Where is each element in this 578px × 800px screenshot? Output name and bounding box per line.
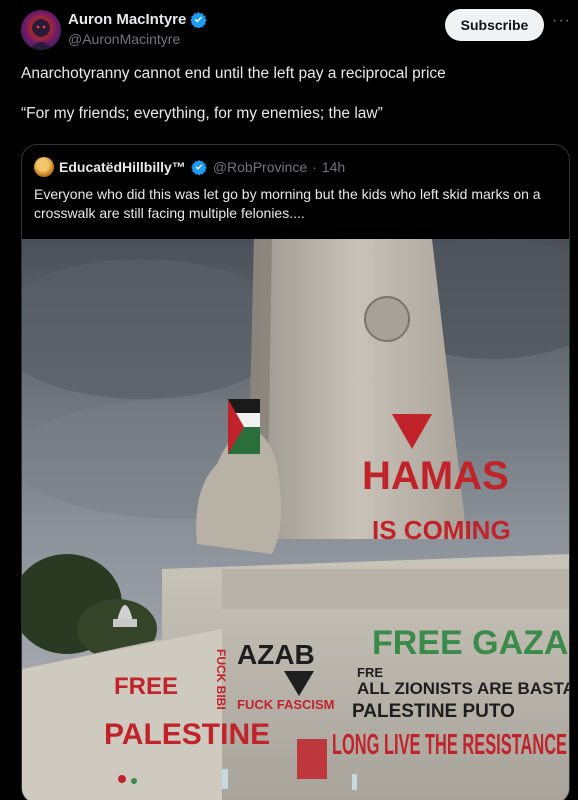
author-display-name[interactable]: Auron MacIntyre (68, 11, 186, 28)
quoted-author-avatar (34, 157, 54, 177)
graffiti-is-coming: IS COMING (372, 515, 511, 545)
graffiti-free: FREE (114, 673, 178, 700)
post-text: Anarchotyranny cannot end until the left… (21, 64, 561, 124)
subscribe-button[interactable]: Subscribe (445, 9, 544, 41)
graffiti-long-live: LONG LIVE THE RESISTANCE (332, 729, 567, 761)
monument-photo-illustration: HAMAS IS COMING FREE GAZA AZAB FUCK FASC… (22, 239, 570, 800)
graffiti-fuck-bibi: FUCK BIBI (214, 649, 228, 710)
quoted-post-text: Everyone who did this was let go by morn… (34, 186, 541, 221)
verified-badge-icon (191, 159, 208, 176)
graffiti-free-gaza: FREE GAZA (372, 624, 568, 662)
post-text-line: Anarchotyranny cannot end until the left… (21, 65, 446, 82)
graffiti-hamas: HAMAS (362, 454, 509, 498)
author-name-row: Auron MacIntyre (68, 11, 208, 29)
graffiti-palestine: PALESTINE (104, 718, 270, 751)
separator-dot: · (312, 159, 317, 175)
quoted-post-time: 14h (321, 159, 346, 175)
quoted-post-photo[interactable]: HAMAS IS COMING FREE GAZA AZAB FUCK FASC… (22, 239, 570, 800)
quoted-post-header: EducatëdHillbilly™ @RobProvince · 14h (34, 157, 345, 177)
post: Auron MacIntyre @AuronMacintyre Subscrib… (0, 0, 578, 800)
author-handle[interactable]: @AuronMacintyre (68, 31, 180, 47)
graffiti-fuck-fascism: FUCK FASCISM (237, 697, 335, 712)
more-horizontal-icon[interactable]: ··· (552, 13, 570, 34)
post-text-line: “For my friends; everything, for my enem… (21, 105, 383, 122)
graffiti-all-zionists: ALL ZIONISTS ARE BASTARDS (357, 679, 570, 698)
quoted-author-handle: @RobProvince (212, 159, 308, 175)
graffiti-palestine-puto: PALESTINE PUTO (352, 701, 515, 722)
quoted-author-display-name: EducatëdHillbilly™ (59, 159, 186, 175)
quoted-post[interactable]: EducatëdHillbilly™ @RobProvince · 14h Ev… (21, 144, 570, 800)
verified-badge-icon (190, 11, 208, 29)
author-avatar[interactable] (21, 10, 61, 50)
author-avatar-art (29, 19, 53, 50)
graffiti-fre: FRE (357, 665, 383, 680)
graffiti-azab: AZAB (237, 639, 315, 670)
